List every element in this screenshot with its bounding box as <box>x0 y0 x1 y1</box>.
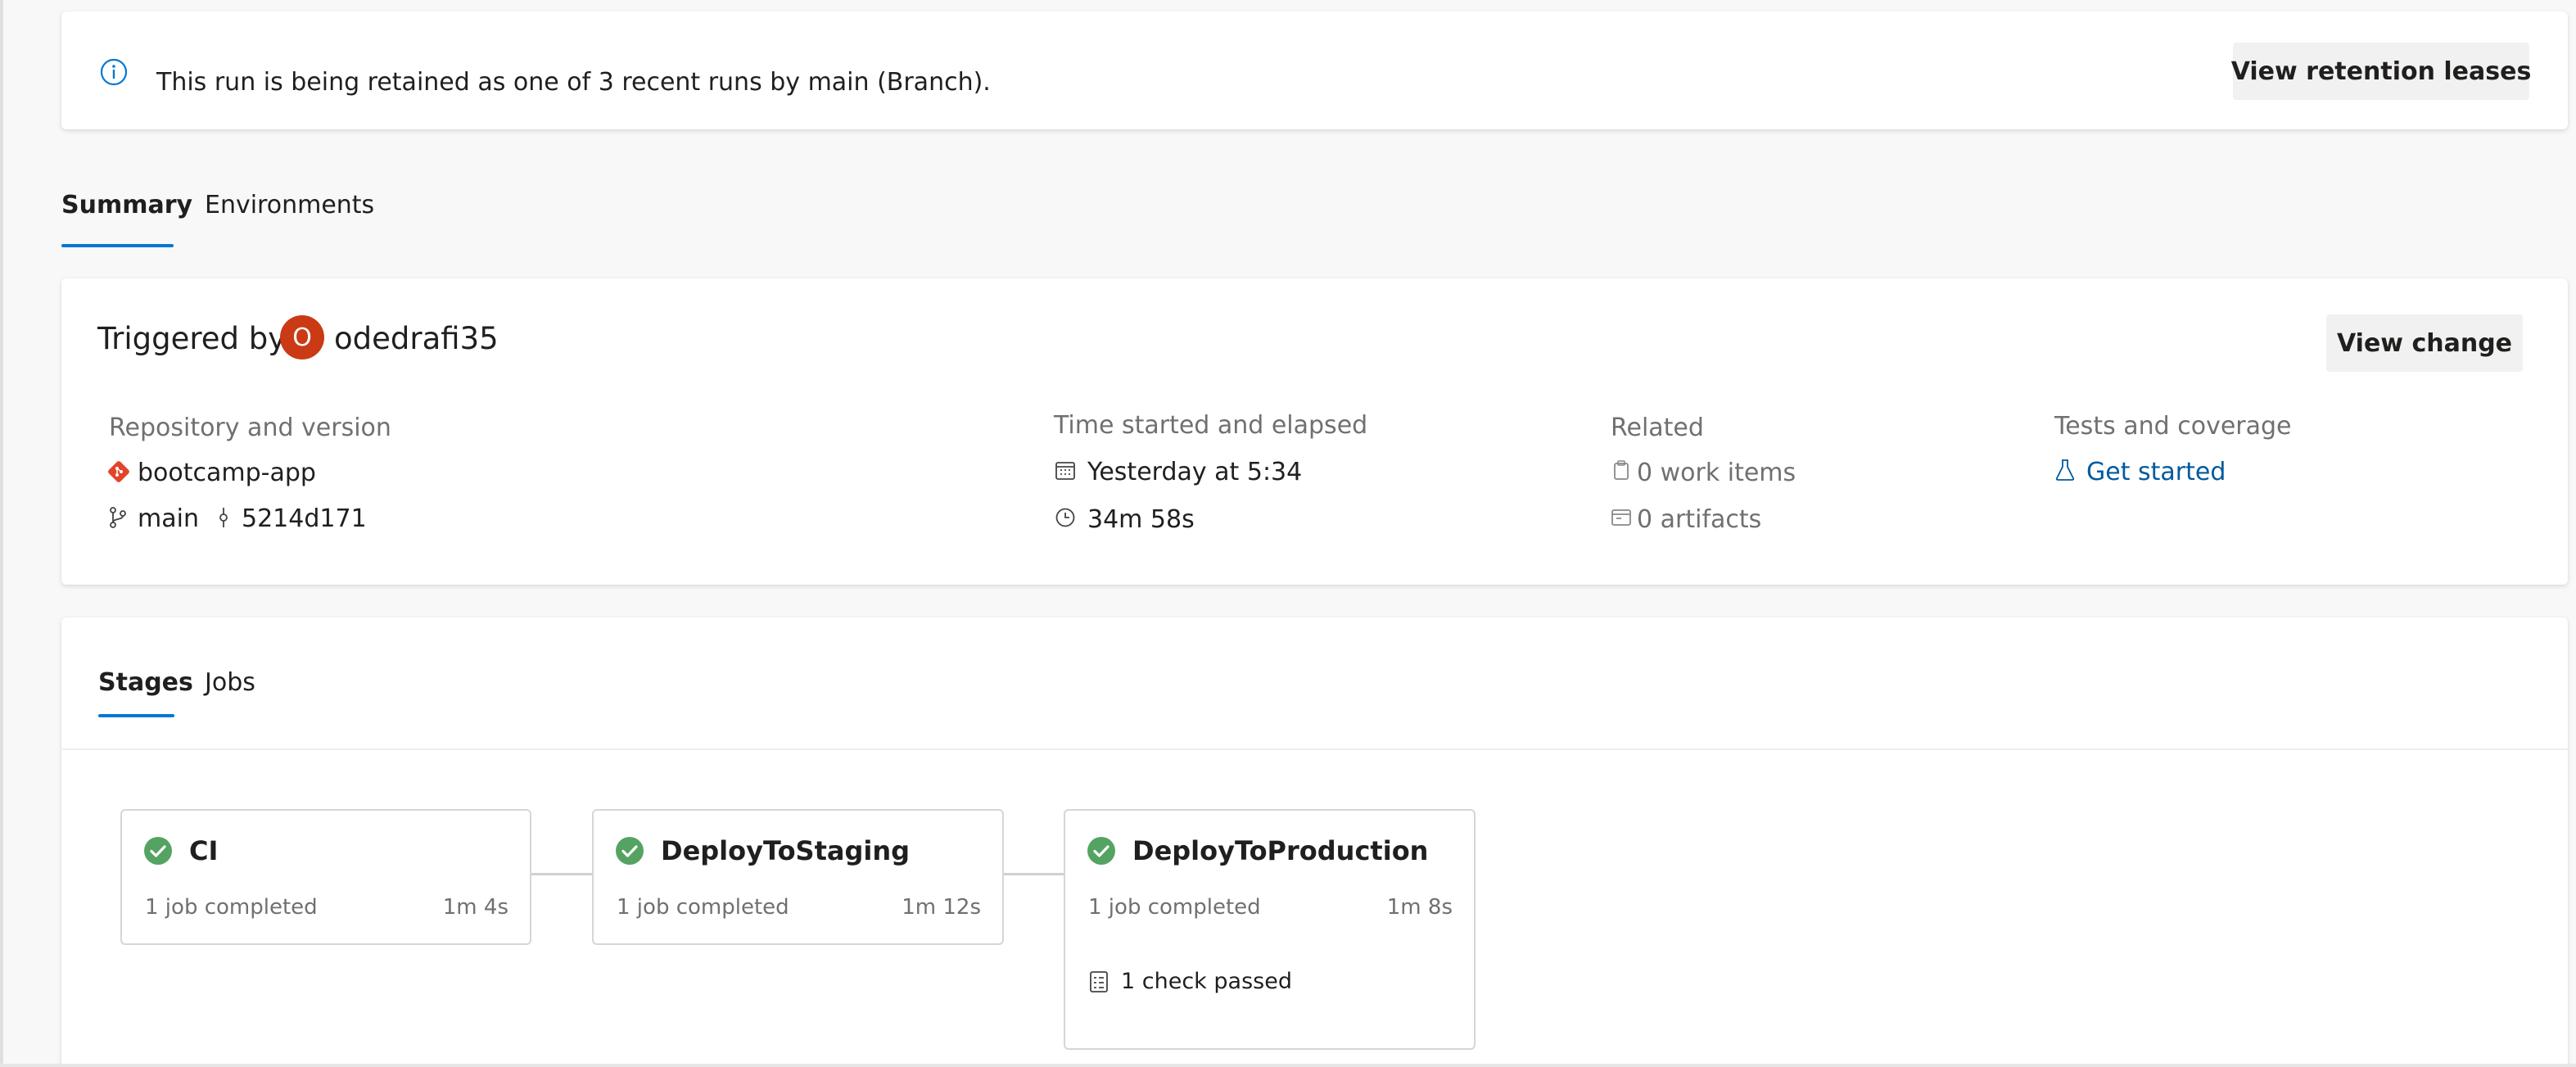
checklist-icon <box>1090 971 1108 992</box>
stages-card: Stages Jobs CI 1 job completed 1m 4s Dep… <box>61 617 2568 1067</box>
tab-stages-underline <box>98 714 174 717</box>
summary-card: Triggered by O odedrafi35 View change Re… <box>61 278 2568 585</box>
trigger-user-name[interactable]: odedrafi35 <box>334 319 499 359</box>
success-check-icon <box>1087 837 1115 865</box>
stages-divider <box>61 748 2568 750</box>
avatar[interactable]: O <box>280 315 324 359</box>
repository-heading: Repository and version <box>109 414 391 442</box>
time-started: Yesterday at 5:34 <box>1087 458 1303 486</box>
stage-name: DeployToStaging <box>661 835 911 866</box>
flask-icon <box>2055 459 2075 481</box>
stage-duration: 1m 4s <box>442 895 508 920</box>
artifacts-icon <box>1611 509 1631 526</box>
success-check-icon <box>616 837 644 865</box>
left-edge <box>0 0 3 1067</box>
view-change-button[interactable]: View change <box>2326 314 2523 372</box>
stage-connector <box>1002 873 1064 875</box>
tab-environments[interactable]: Environments <box>205 189 374 222</box>
time-elapsed: 34m 58s <box>1087 505 1195 534</box>
tab-summary-underline <box>61 244 174 247</box>
success-check-icon <box>144 837 172 865</box>
stage-duration: 1m 12s <box>902 895 981 920</box>
stage-deploy-to-production[interactable]: DeployToProduction 1 job completed 1m 8s… <box>1064 809 1476 1050</box>
work-items-count[interactable]: 0 work items <box>1637 457 1796 490</box>
retention-banner: This run is being retained as one of 3 r… <box>61 11 2568 129</box>
get-started-link[interactable]: Get started <box>2086 456 2226 489</box>
triggered-by-label: Triggered by <box>97 321 287 356</box>
stage-deploy-to-staging[interactable]: DeployToStaging 1 job completed 1m 12s <box>592 809 1004 945</box>
tab-stages[interactable]: Stages <box>98 667 193 699</box>
stage-name: DeployToProduction <box>1132 835 1429 866</box>
view-retention-leases-button[interactable]: View retention leases <box>2231 43 2531 100</box>
stage-duration: 1m 8s <box>1386 895 1453 920</box>
calendar-icon <box>1055 462 1075 480</box>
work-items-icon <box>1614 460 1629 480</box>
branch-name[interactable]: main <box>138 503 199 536</box>
stage-connector <box>531 873 594 875</box>
repository-name[interactable]: bootcamp-app <box>138 457 316 490</box>
tab-jobs[interactable]: Jobs <box>205 667 255 699</box>
artifacts-count[interactable]: 0 artifacts <box>1637 504 1761 536</box>
related-heading: Related <box>1611 414 1704 442</box>
info-icon <box>100 58 128 86</box>
branch-icon <box>110 507 126 528</box>
tab-summary[interactable]: Summary <box>61 189 192 222</box>
checks-passed[interactable]: 1 check passed <box>1121 968 1292 996</box>
git-repo-icon <box>108 461 129 482</box>
clock-icon <box>1055 508 1075 527</box>
commit-id[interactable]: 5214d171 <box>242 503 367 536</box>
retention-message: This run is being retained as one of 3 r… <box>156 68 991 97</box>
stage-name: CI <box>189 835 219 866</box>
bottom-edge <box>0 1064 2576 1067</box>
time-heading: Time started and elapsed <box>1054 411 1368 440</box>
tests-heading: Tests and coverage <box>2054 412 2292 441</box>
stage-jobs-status: 1 job completed <box>145 895 318 920</box>
commit-icon <box>219 508 228 527</box>
stage-ci[interactable]: CI 1 job completed 1m 4s <box>120 809 531 945</box>
stage-jobs-status: 1 job completed <box>617 895 789 920</box>
stage-jobs-status: 1 job completed <box>1088 895 1261 920</box>
